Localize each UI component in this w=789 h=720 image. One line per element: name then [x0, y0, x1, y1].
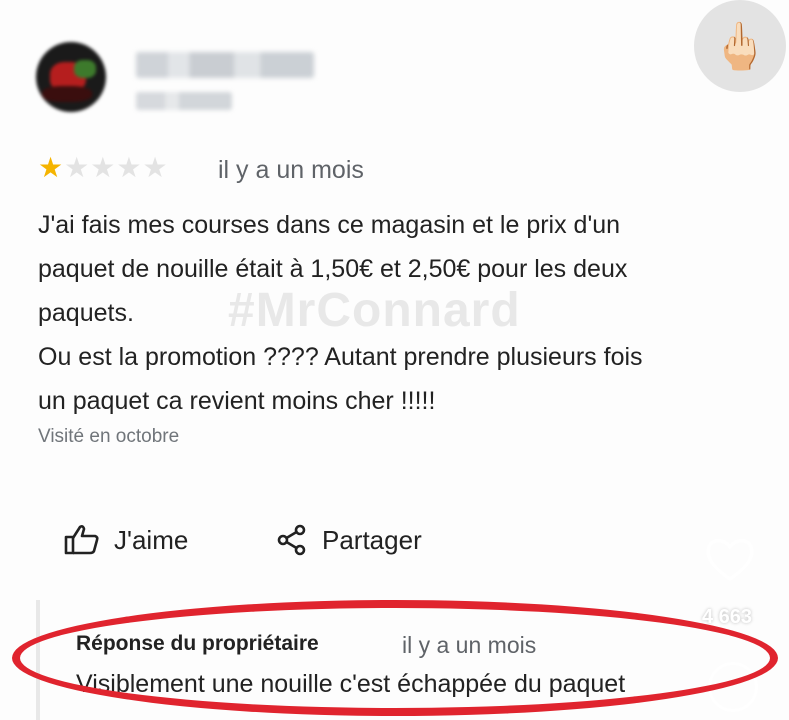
review-text: J'ai fais mes courses dans ce magasin et…: [38, 211, 643, 415]
share-button[interactable]: Partager: [276, 524, 422, 556]
thumbs-up-icon: [64, 525, 99, 555]
star-rating: ★ ★ ★ ★ ★: [38, 154, 168, 182]
star-filled-icon: ★: [38, 152, 64, 183]
reaction-emoji-badge: 🖕🏻: [694, 0, 786, 92]
reviewer-meta-blurred: [136, 92, 232, 110]
review-card: 🖕🏻 ★ ★ ★ ★ ★ il y a un mois #MrConnard J…: [0, 0, 789, 720]
middle-finger-emoji: 🖕🏻: [711, 20, 769, 72]
share-icon: [277, 524, 306, 556]
like-button[interactable]: J'aime: [64, 524, 188, 556]
star-empty-icon: ★: [64, 152, 90, 183]
avatar[interactable]: [36, 42, 106, 112]
like-label: J'aime: [114, 524, 189, 555]
star-empty-icon: ★: [90, 152, 116, 183]
reviewer-name-blurred[interactable]: [136, 52, 314, 78]
heart-icon[interactable]: [703, 532, 757, 586]
star-empty-icon: ★: [142, 152, 168, 183]
visited-date: Visité en octobre: [38, 426, 180, 447]
review-time: il y a un mois: [218, 156, 364, 184]
star-empty-icon: ★: [116, 152, 142, 183]
share-label: Partager: [322, 524, 422, 555]
highlight-ellipse: [12, 600, 778, 716]
